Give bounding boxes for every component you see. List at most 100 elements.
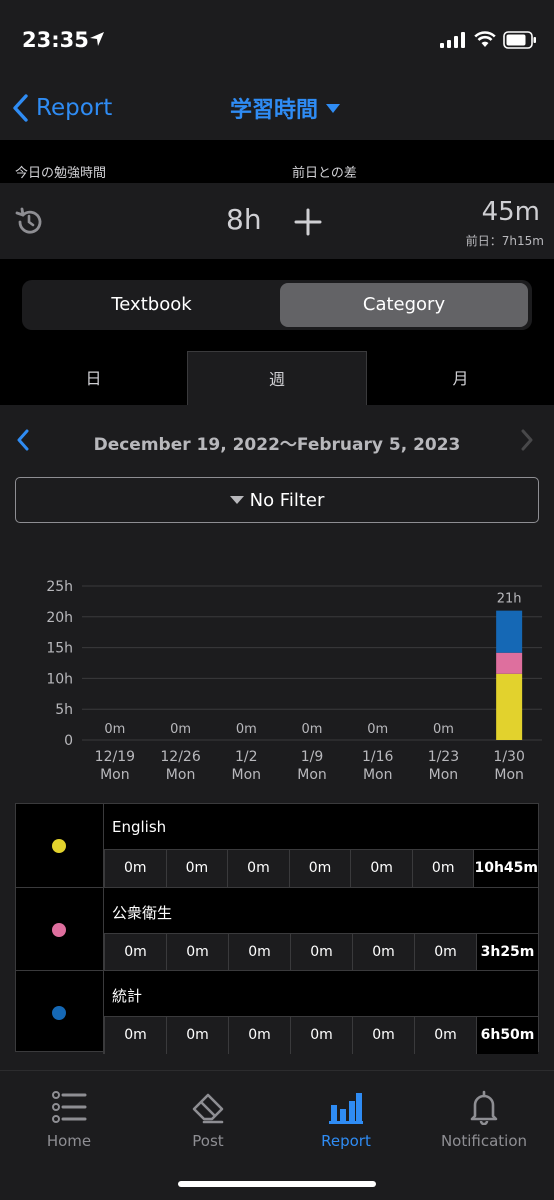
y-tick-label: 25h — [46, 579, 73, 595]
legend-name: 統計 — [112, 987, 143, 1005]
back-button-label: Report — [36, 95, 113, 121]
legend-total-hours: 3h — [480, 944, 501, 960]
tab-report-label: Report — [321, 1132, 371, 1150]
filter-button[interactable]: No Filter — [15, 477, 539, 523]
segment-wrapper: Textbook Category — [0, 259, 554, 351]
legend-total-cell: 3h 25m — [476, 933, 538, 971]
y-tick-label: 20h — [46, 610, 73, 626]
today-study-time-label: 今日の勉強時間 — [15, 166, 107, 181]
x-tick-label: 1/23 — [428, 749, 459, 765]
segment-category[interactable]: Category — [280, 283, 528, 327]
legend-dot-cell — [16, 971, 104, 1054]
legend-dot — [52, 1006, 66, 1020]
tab-notification-label: Notification — [440, 1132, 528, 1150]
bar-data-label: 0m — [302, 722, 323, 737]
filter-label: No Filter — [249, 489, 325, 511]
legend-total-minutes: 50m — [500, 1027, 535, 1043]
x-tick-label: 12/26 — [160, 749, 200, 765]
caret-down-icon — [326, 103, 341, 113]
legend-cell: 0m — [228, 1016, 290, 1054]
x-tick-label: Mon — [494, 767, 524, 783]
tab-report[interactable]: Report — [286, 1087, 406, 1150]
tab-notification[interactable]: Notification — [424, 1087, 544, 1150]
home-indicator — [178, 1181, 376, 1187]
y-tick-label: 15h — [46, 641, 73, 657]
x-tick-label: Mon — [363, 767, 393, 783]
bar-chart-icon — [329, 1093, 363, 1124]
tab-post[interactable]: Post — [148, 1087, 268, 1150]
x-tick-label: 12/19 — [95, 749, 135, 765]
legend-cell: 0m — [104, 849, 166, 887]
x-tick-label: 1/16 — [362, 749, 394, 765]
today-study-time-value: 8h — [226, 203, 262, 236]
x-tick-label: Mon — [166, 767, 196, 783]
segment-textbook[interactable]: Textbook — [26, 283, 277, 327]
legend-total-cell: 10h 45m — [473, 849, 538, 887]
next-range-icon[interactable] — [520, 429, 534, 451]
bar-data-label: 0m — [236, 722, 257, 737]
period-tabs: 日 週 月 — [0, 351, 554, 405]
weekly-study-time-chart: 0 5h 10h 15h 20h 25h 0m 12/19 Mon 0m 12/26 Mon 0m 1/2… — [46, 579, 542, 783]
legend-name: 公衆衛生 — [112, 904, 173, 922]
legend-row-public-health: 公衆衛生 0m 0m 0m 0m 0m 0m 3h 25m — [16, 887, 538, 971]
date-range-row: December 19, 2022〜February 5, 2023 — [0, 418, 554, 462]
tab-week[interactable]: 週 — [187, 351, 367, 405]
legend-cell: 0m — [227, 849, 289, 887]
legend-dot — [52, 839, 66, 853]
tab-post-label: Post — [192, 1132, 224, 1150]
previous-day-value: 前日：7h15m — [465, 234, 544, 248]
tab-month[interactable]: 月 — [367, 351, 554, 405]
wifi-icon — [474, 31, 496, 47]
legend-cell: 0m — [228, 933, 290, 971]
x-tick-label: 1/30 — [493, 749, 524, 765]
bar-data-label: 21h — [497, 592, 522, 607]
x-tick-label: Mon — [429, 767, 459, 783]
status-bar: 23:35 — [0, 0, 554, 78]
y-tick-label: 5h — [55, 702, 73, 718]
x-tick-label: Mon — [232, 767, 262, 783]
diff-from-yesterday-label: 前日との差 — [292, 166, 357, 181]
caret-down-icon — [229, 496, 244, 504]
legend-cell: 0m — [414, 1016, 476, 1054]
x-tick-label: Mon — [297, 767, 327, 783]
back-button[interactable]: Report — [12, 90, 112, 126]
textbook-category-segmented-control: Textbook Category — [22, 280, 532, 330]
legend-cell: 0m — [104, 933, 166, 971]
legend-cell: 0m — [288, 849, 351, 887]
cellular-signal-icon — [440, 32, 465, 48]
tab-home[interactable]: Home — [9, 1087, 129, 1150]
y-tick-label: 0 — [64, 733, 73, 749]
chevron-left-icon — [13, 94, 28, 122]
legend-cell: 0m — [352, 933, 414, 971]
y-tick-label: 10h — [46, 671, 73, 687]
legend-row-english: English 0m 0m 0m 0m 0m 0m 10h 45m — [16, 804, 538, 887]
legend-cell: 0m — [411, 849, 474, 887]
legend-dot — [52, 923, 66, 937]
navigation-bar: Report 学習時間 — [0, 78, 554, 140]
x-tick-label: 1/2 — [235, 749, 258, 765]
legend-cells: 0m 0m 0m 0m 0m 0m 10h 45m — [104, 849, 538, 887]
legend-cells: 0m 0m 0m 0m 0m 0m 6h 50m — [104, 1016, 538, 1054]
diff-value: 45m — [481, 197, 540, 227]
legend-cell: 0m — [165, 849, 228, 887]
tab-day[interactable]: 日 — [0, 351, 187, 405]
legend-total-minutes: 25m — [500, 944, 535, 960]
legend-cells: 0m 0m 0m 0m 0m 0m 3h 25m — [104, 933, 538, 971]
legend-cell: 0m — [350, 849, 412, 887]
x-tick-label: 1/9 — [301, 749, 324, 765]
date-range-text: December 19, 2022〜February 5, 2023 — [93, 435, 461, 455]
history-icon[interactable] — [14, 207, 44, 237]
summary-labels: 今日の勉強時間 前日との差 — [0, 140, 554, 183]
category-breakdown-table: English 0m 0m 0m 0m 0m 0m 10h 45m 公衆衛生 0m… — [15, 803, 539, 1054]
bar-data-label: 0m — [170, 722, 191, 737]
legend-row-statistics: 統計 0m 0m 0m 0m 0m 0m 6h 50m — [16, 970, 538, 1054]
battery-icon — [503, 31, 536, 49]
metric-dropdown[interactable]: 学習時間 — [230, 92, 341, 124]
legend-cell: 0m — [414, 933, 476, 971]
legend-dot-cell — [16, 804, 104, 887]
legend-cell: 0m — [166, 1016, 228, 1054]
list-icon — [52, 1091, 87, 1123]
bar-data-label: 0m — [433, 722, 454, 737]
legend-total-hours: 10h — [474, 860, 504, 876]
previous-range-icon[interactable] — [16, 429, 30, 451]
